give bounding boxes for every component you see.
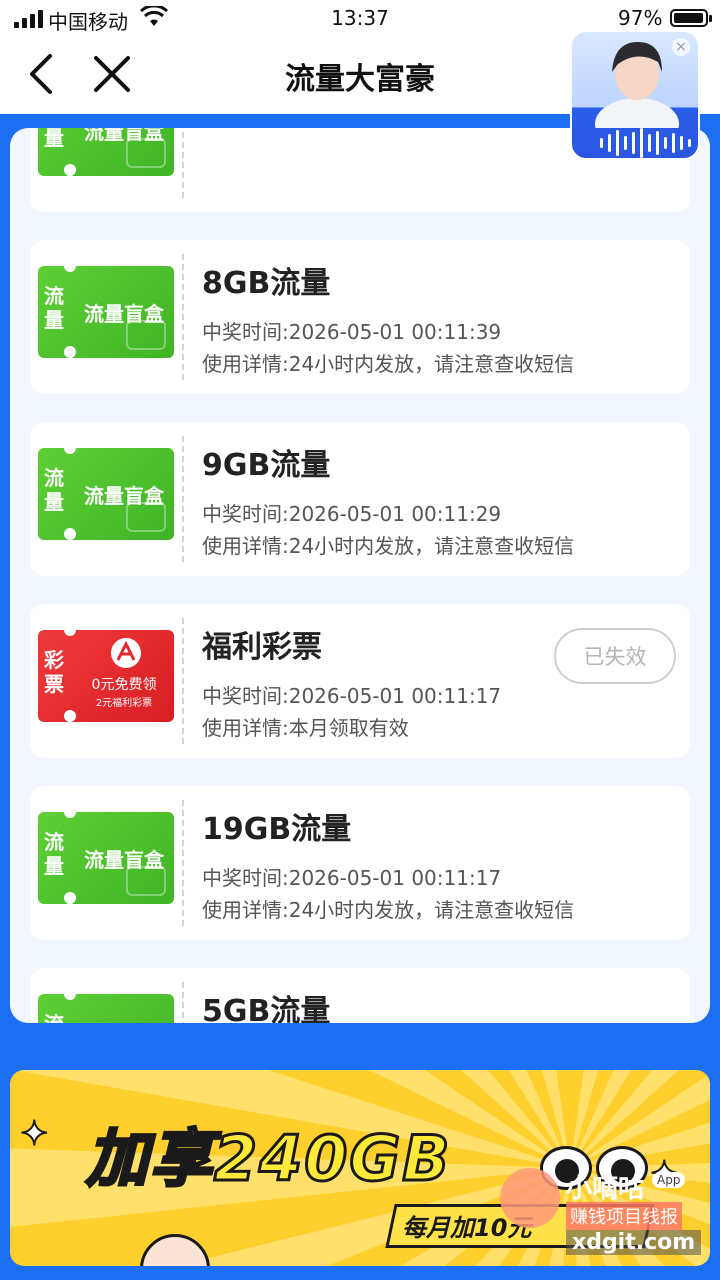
card-divider <box>182 618 184 744</box>
assistant-close-icon[interactable]: × <box>672 38 690 56</box>
banner-title: 加享240GB <box>85 1121 452 1197</box>
battery-percent: 97% <box>618 6 663 30</box>
prize-usage-detail: 使用详情:24小时内发放，请注意查收短信 <box>202 352 575 376</box>
lottery-ticket-image: 彩票 0元免费领 2元福利彩票 <box>38 630 174 722</box>
prize-title: 9GB流量 <box>202 448 331 483</box>
ticket-watermark-icon <box>126 320 166 350</box>
ticket-watermark-icon <box>126 138 166 168</box>
watermark: 小嘀咕 App 赚钱项目线报 xdgit.com <box>500 1158 710 1270</box>
watermark-app-badge: App <box>652 1172 686 1188</box>
prize-title: 5GB流量 <box>202 994 331 1023</box>
prize-usage-detail: 使用详情:24小时内发放，请注意查收短信 <box>202 534 575 558</box>
prize-record-card: 流量 流量盲盒 19GB流量中奖时间:2026-05-01 00:11:17 使用详情… <box>30 786 690 940</box>
ticket-main-label: 0元免费领 <box>91 677 157 693</box>
card-divider <box>182 436 184 562</box>
ticket-sub-label: 2元福利彩票 <box>95 698 153 709</box>
ticket-side-label: 流量 <box>44 466 64 514</box>
voice-assistant-button[interactable]: × <box>570 30 700 160</box>
card-divider <box>182 128 184 198</box>
ticket-watermark-icon <box>126 866 166 896</box>
prize-record-card: 流量 流量盲盒 9GB流量中奖时间:2026-05-01 00:11:29 使用详情:… <box>30 422 690 576</box>
prize-record-card: 流量 流量盲盒 8GB流量中奖时间:2026-05-01 00:11:39 使用详情:… <box>30 240 690 394</box>
data-blindbox-ticket-image: 流量流量盲盒 <box>38 128 174 176</box>
prize-title: 8GB流量 <box>202 266 331 301</box>
clock: 13:37 <box>331 6 389 30</box>
prize-win-time: 中奖时间:2026-05-01 00:11:17 <box>202 684 502 708</box>
ticket-watermark-icon <box>126 502 166 532</box>
prize-usage-detail: 使用详情:本月领取有效 <box>202 716 409 740</box>
watermark-name: 小嘀咕 <box>566 1174 645 1204</box>
data-blindbox-ticket-image: 流量流量盲盒 <box>38 812 174 904</box>
ticket-side-label: 流量 <box>44 830 64 878</box>
voice-wave-icon <box>600 128 691 158</box>
prize-usage-detail: 使用详情:24小时内发放，请注意查收短信 <box>202 898 575 922</box>
prize-record-card: 彩票 0元免费领 2元福利彩票 福利彩票中奖时间:2026-05-01 00:11:1… <box>30 604 690 758</box>
data-blindbox-ticket-image: 流量流量盲盒 <box>38 994 174 1023</box>
card-divider <box>182 254 184 380</box>
prize-title: 19GB流量 <box>202 812 352 847</box>
prize-record-card: 流量流量盲盒5GB流量中奖时间:2026-04-01 01:24:04 <box>30 968 690 1023</box>
watermark-slogan: 赚钱项目线报 <box>566 1202 682 1230</box>
ticket-side-label: 彩票 <box>44 648 64 696</box>
watermark-logo-icon <box>500 1168 560 1228</box>
lottery-logo-icon <box>111 638 141 668</box>
card-divider <box>182 982 184 1023</box>
battery-icon <box>670 9 712 27</box>
sparkle-icon: ✦ <box>19 1113 49 1155</box>
prize-title: 福利彩票 <box>202 630 322 665</box>
ticket-notch <box>64 710 76 722</box>
prize-win-time: 中奖时间:2026-05-01 00:11:29 <box>202 502 502 526</box>
ticket-main-label: 流量盲盒 <box>74 994 174 1023</box>
expired-status-button[interactable]: 已失效 <box>554 628 676 684</box>
data-blindbox-ticket-image: 流量流量盲盒 <box>38 266 174 358</box>
prize-win-time: 中奖时间:2026-05-01 00:11:39 <box>202 320 502 344</box>
ticket-side-label: 流量 <box>44 284 64 332</box>
card-divider <box>182 800 184 926</box>
prize-list-panel[interactable]: 流量流量盲盒使用详情:24小时内发放，请注意查收短信流量流量盲盒8GB流量中奖时… <box>10 128 710 1023</box>
watermark-url: xdgit.com <box>566 1230 702 1255</box>
prize-win-time: 中奖时间:2026-05-01 00:11:17 <box>202 866 502 890</box>
data-blindbox-ticket-image: 流量流量盲盒 <box>38 448 174 540</box>
